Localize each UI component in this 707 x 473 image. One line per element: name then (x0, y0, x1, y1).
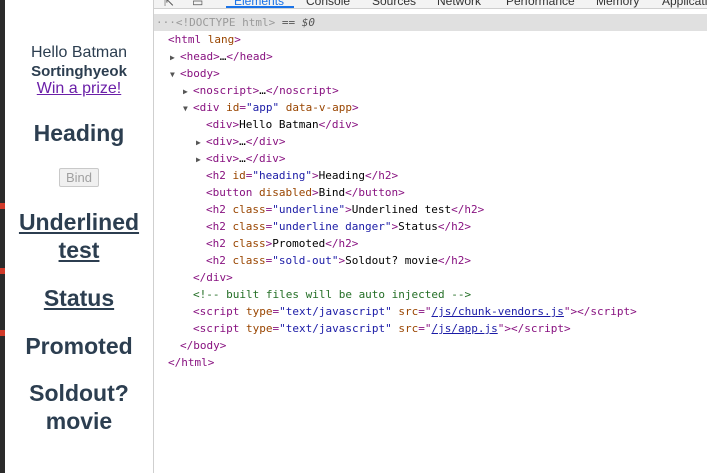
expand-triangle-icon[interactable]: ▶ (196, 151, 206, 168)
bind-button[interactable]: Bind (58, 168, 100, 187)
chunk-vendors-link[interactable]: /js/chunk-vendors.js (431, 305, 563, 318)
status-heading: Status (43, 285, 115, 311)
expand-triangle-icon[interactable]: ▶ (183, 83, 193, 100)
user-name-text: Sortinghyeok (31, 63, 127, 80)
dom-node-body[interactable]: ▼ <body> (170, 65, 220, 82)
promoted-heading: Promoted (25, 333, 133, 359)
dom-node-h2-heading[interactable]: <h2 id="heading">Heading</h2> (206, 167, 398, 184)
bind-button-wrap: Bind (5, 168, 153, 187)
dom-node-h2-soldout[interactable]: <h2 class="sold-out">Soldout? movie</h2> (206, 252, 471, 269)
dom-node-div-collapsed[interactable]: ▶ <div>…</div> (196, 150, 286, 167)
collapse-triangle-icon[interactable]: ▼ (183, 100, 193, 117)
collapse-triangle-icon[interactable]: ▼ (170, 66, 180, 83)
dom-node-body-close[interactable]: </body> (180, 337, 226, 354)
tab-performance[interactable]: Performance (506, 0, 575, 8)
dom-node-noscript[interactable]: ▶ <noscript>…</noscript> (183, 82, 339, 99)
underlined-heading: Underlined test (18, 209, 140, 263)
dom-node-div-close[interactable]: </div> (193, 269, 233, 286)
tab-network[interactable]: Network (437, 0, 481, 8)
dom-node-doctype[interactable]: ···<!DOCTYPE html> == $0 (154, 14, 707, 31)
dom-node-div-hello[interactable]: <div>Hello Batman</div> (206, 116, 358, 133)
active-tab-indicator (226, 6, 294, 8)
dom-node-button[interactable]: <button disabled>Bind</button> (206, 184, 405, 201)
tab-application[interactable]: Application (662, 0, 707, 8)
win-prize-link[interactable]: Win a prize! (5, 80, 153, 98)
app-js-link[interactable]: /js/app.js (431, 322, 497, 335)
select-element-icon[interactable]: ⇱ (164, 0, 174, 8)
dom-node-h2-promoted[interactable]: <h2 class>Promoted</h2> (206, 235, 358, 252)
soldout-heading: Soldout? movie (29, 380, 129, 434)
page-preview: Hello Batman Sortinghyeok Win a prize! H… (5, 0, 153, 473)
dom-node-h2-status[interactable]: <h2 class="underline danger">Status</h2> (206, 218, 471, 235)
device-toolbar-icon[interactable]: ▭ (192, 0, 203, 8)
devtools-toolbar: ⇱ ▭ Elements Console Sources Network Per… (154, 0, 707, 9)
hello-text: Hello Batman (30, 44, 128, 61)
dom-node-comment[interactable]: <!-- built files will be auto injected -… (193, 286, 471, 303)
expand-triangle-icon[interactable]: ▶ (196, 134, 206, 151)
dom-node-script-chunk[interactable]: <script type="text/javascript" src="/js/… (193, 303, 637, 320)
devtools-panel: ⇱ ▭ Elements Console Sources Network Per… (154, 0, 707, 473)
dom-node-script-app[interactable]: <script type="text/javascript" src="/js/… (193, 320, 571, 337)
dom-node-head[interactable]: ▶ <head>…</head> (170, 48, 273, 65)
dom-node-div-app[interactable]: ▼ <div id="app" data-v-app> (183, 99, 359, 116)
dom-node-h2-underline[interactable]: <h2 class="underline">Underlined test</h… (206, 201, 484, 218)
tab-console[interactable]: Console (306, 0, 350, 8)
expand-triangle-icon[interactable]: ▶ (170, 49, 180, 66)
tab-sources[interactable]: Sources (372, 0, 416, 8)
dom-node-html-close[interactable]: </html> (168, 354, 214, 371)
tab-memory[interactable]: Memory (596, 0, 639, 8)
heading-title: Heading (33, 120, 125, 146)
dom-node-div-collapsed[interactable]: ▶ <div>…</div> (196, 133, 286, 150)
dom-node-html[interactable]: <html lang> (168, 31, 241, 48)
